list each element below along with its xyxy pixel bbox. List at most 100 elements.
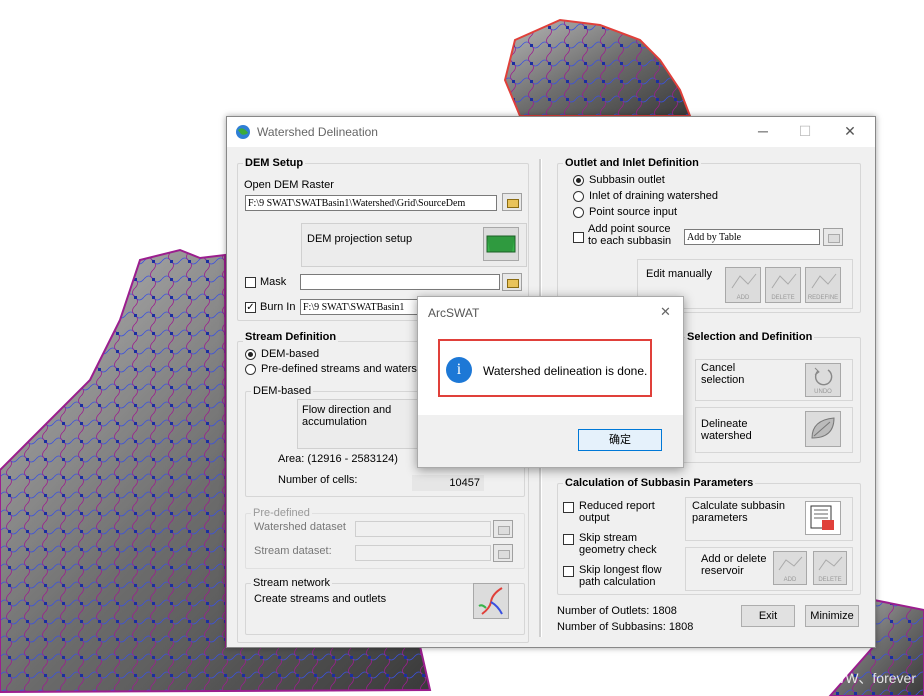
subbasins-count: Number of Subbasins: 1808 — [557, 621, 694, 633]
subbasin-outlet-label: Subbasin outlet — [589, 174, 665, 186]
reduced-report-checkbox[interactable] — [563, 502, 574, 513]
dem-based-label: DEM-based — [261, 348, 320, 360]
info-icon: i — [446, 357, 472, 383]
stream-network-title: Stream network — [251, 577, 333, 589]
create-streams-button[interactable] — [473, 583, 509, 619]
reservoir-label: Add or delete reservoir — [701, 553, 767, 577]
add-point-source-checkbox[interactable] — [573, 232, 584, 243]
outlets-count: Number of Outlets: 1808 — [557, 605, 677, 617]
mask-label: Mask — [260, 276, 287, 288]
dialog-close-button[interactable]: ✕ — [660, 304, 671, 320]
add-reservoir-button[interactable]: ADD — [773, 551, 807, 585]
redefine-outlet-caption: REDEFINE — [807, 295, 839, 301]
delete-outlet-button[interactable]: DELETE — [765, 267, 801, 303]
reduced-report-label: Reduced report output — [579, 500, 655, 524]
subbasin-outlet-radio[interactable] — [573, 175, 584, 186]
undo-button[interactable]: UNDO — [805, 363, 841, 397]
area-label: Area: (12916 - 2583124) — [278, 453, 398, 465]
mask-folder-button[interactable] — [502, 273, 522, 291]
minimize-window-button[interactable]: ─ — [755, 123, 771, 139]
add-by-table-input[interactable]: Add by Table — [684, 229, 820, 245]
burn-in-path-input[interactable]: F:\9 SWAT\SWATBasin1 — [300, 299, 424, 315]
title-bar: Watershed Delineation ─ ☐ ✕ — [227, 117, 875, 147]
watershed-dataset-label: Watershed dataset — [254, 521, 346, 533]
add-outlet-button[interactable]: ADD — [725, 267, 761, 303]
cancel-selection-label: Cancel selection — [701, 362, 745, 386]
delineate-watershed-label: Delineate watershed — [701, 418, 752, 442]
create-streams-label: Create streams and outlets — [254, 593, 387, 605]
us-map-icon — [486, 235, 516, 253]
add-outlet-caption: ADD — [736, 295, 750, 301]
leaf-icon — [811, 417, 835, 439]
predefined-subgroup-title: Pre-defined — [251, 507, 312, 519]
cells-value: 10457 — [412, 475, 484, 491]
add-by-table-folder-button[interactable] — [823, 228, 843, 246]
dem-setup-title: DEM Setup — [243, 157, 306, 169]
skip-geometry-checkbox[interactable] — [563, 534, 574, 545]
selection-definition-title: Selection and Definition — [685, 331, 815, 343]
point-source-radio[interactable] — [573, 207, 584, 218]
dialog-footer: 确定 — [418, 415, 683, 467]
flow-direction-label: Flow direction and accumulation — [302, 404, 392, 428]
burn-in-checkbox[interactable]: ✓ — [245, 302, 256, 313]
redefine-outlet-button[interactable]: REDEFINE — [805, 267, 841, 303]
skip-longest-checkbox[interactable] — [563, 566, 574, 577]
maximize-window-button[interactable]: ☐ — [797, 123, 813, 140]
csdn-watermark: CSDN @WW、forever — [774, 670, 916, 686]
dem-based-radio[interactable] — [245, 349, 256, 360]
cells-label: Number of cells: — [278, 474, 358, 486]
add-point-icon — [731, 273, 757, 289]
watershed-dataset-folder-button[interactable] — [493, 520, 513, 538]
dem-projection-label: DEM projection setup — [307, 233, 413, 245]
outlet-inlet-title: Outlet and Inlet Definition — [563, 157, 701, 169]
calculator-icon — [810, 505, 834, 530]
close-window-button[interactable]: ✕ — [842, 123, 858, 140]
predefined-radio[interactable] — [245, 364, 256, 375]
open-dem-folder-button[interactable] — [502, 193, 522, 211]
calc-parameters-button[interactable] — [805, 501, 841, 535]
watershed-dataset-input[interactable] — [355, 521, 491, 537]
inlet-radio[interactable] — [573, 191, 584, 202]
delete-outlet-caption: DELETE — [771, 295, 795, 301]
edit-manually-label: Edit manually — [646, 268, 713, 280]
open-dem-label: Open DEM Raster — [244, 179, 334, 191]
predefined-label: Pre-defined streams and waters — [261, 363, 417, 375]
mask-path-input[interactable] — [300, 274, 500, 290]
calculation-title: Calculation of Subbasin Parameters — [563, 477, 756, 489]
undo-caption: UNDO — [814, 389, 832, 395]
burn-in-label: Burn In — [260, 301, 296, 313]
undo-icon — [814, 367, 833, 386]
dialog-title: ArcSWAT — [428, 306, 480, 320]
ok-button[interactable]: 确定 — [578, 429, 662, 451]
add-point-source-label: Add point source to each subbasin — [588, 223, 672, 247]
arcswat-dialog: ArcSWAT ✕ i Watershed delineation is don… — [417, 296, 684, 468]
mask-checkbox[interactable] — [245, 277, 256, 288]
window-title: Watershed Delineation — [257, 125, 378, 139]
dem-based-subgroup-title: DEM-based — [251, 385, 314, 397]
stream-dataset-label: Stream dataset: — [254, 545, 332, 557]
delineate-watershed-button[interactable] — [805, 411, 841, 447]
globe-icon — [236, 125, 250, 139]
delete-point-icon — [771, 273, 797, 289]
point-source-label: Point source input — [589, 206, 678, 218]
dialog-message: Watershed delineation is done. — [483, 364, 648, 378]
inlet-label: Inlet of draining watershed — [589, 190, 719, 202]
skip-geometry-label: Skip stream geometry check — [579, 532, 657, 556]
add-reservoir-caption: ADD — [783, 577, 797, 583]
add-reservoir-icon — [778, 556, 803, 571]
stream-network-icon — [478, 587, 503, 615]
redefine-point-icon — [811, 273, 837, 289]
dem-path-input[interactable]: F:\9 SWAT\SWATBasin1\Watershed\Grid\Sour… — [245, 195, 497, 211]
delete-reservoir-caption: DELETE — [818, 577, 842, 583]
skip-longest-label: Skip longest flow path calculation — [579, 564, 662, 588]
stream-definition-title: Stream Definition — [243, 331, 339, 343]
stream-dataset-input[interactable] — [355, 545, 491, 561]
calc-parameters-label: Calculate subbasin parameters — [692, 500, 785, 524]
minimize-button[interactable]: Minimize — [805, 605, 859, 627]
delete-reservoir-button[interactable]: DELETE — [813, 551, 847, 585]
exit-button[interactable]: Exit — [741, 605, 795, 627]
delete-reservoir-icon — [818, 556, 843, 571]
watershed-upper-net — [503, 18, 692, 117]
stream-dataset-folder-button[interactable] — [493, 544, 513, 562]
dem-projection-button[interactable] — [483, 227, 519, 261]
